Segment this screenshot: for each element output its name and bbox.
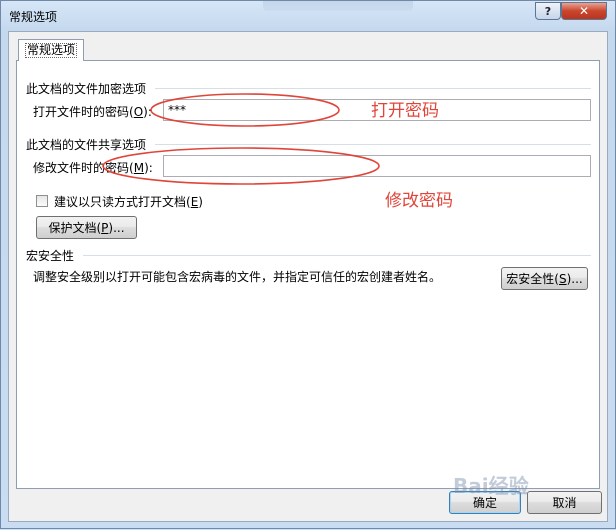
- macro-security-label: 宏安全性: [506, 272, 555, 286]
- modify-password-label-text: 修改文件时的密码: [33, 161, 130, 175]
- modify-password-label: 修改文件时的密码(M):: [33, 161, 153, 175]
- close-button[interactable]: ✕: [561, 2, 607, 20]
- sharing-group-title: 此文档的文件共享选项: [26, 138, 147, 152]
- open-password-label-text: 打开文件时的密码: [33, 105, 130, 119]
- tab-panel: 此文档的文件加密选项 打开文件时的密码(O): *** 此文档的文件共享选项 修…: [16, 60, 600, 489]
- encryption-group-title: 此文档的文件加密选项: [26, 82, 147, 96]
- protect-document-button[interactable]: 保护文档(P)...: [36, 216, 137, 239]
- macro-description: 调整安全级别以打开可能包含宏病毒的文件，并指定可信任的宏创建者姓名。: [33, 270, 442, 284]
- readonly-checkbox-label-text: 建议以只读方式打开文档: [54, 195, 187, 209]
- open-password-label: 打开文件时的密码(O):: [33, 105, 152, 119]
- protect-document-label: 保护文档: [48, 221, 97, 235]
- macro-group-title: 宏安全性: [26, 249, 75, 263]
- tab-label: 常规选项: [25, 43, 78, 58]
- sharing-divider: [155, 144, 591, 145]
- title-bar-background-ghost: [263, 1, 413, 11]
- macro-divider: [83, 255, 591, 256]
- watermark: Bai经验: [453, 474, 529, 498]
- macro-security-hotkey: S: [558, 271, 567, 286]
- open-password-note: 打开密码: [371, 101, 439, 121]
- modify-password-note: 修改密码: [385, 191, 453, 211]
- cancel-button[interactable]: 取消: [527, 491, 602, 514]
- tab-general-options[interactable]: 常规选项: [18, 39, 85, 61]
- dialog-window: 常规选项 ? ✕ 常规选项 此文档的文件加密选项 打开文件时的密码(O): **…: [0, 0, 616, 529]
- readonly-checkbox-label[interactable]: 建议以只读方式打开文档(E): [54, 193, 203, 210]
- modify-password-hotkey: M: [133, 161, 145, 175]
- dialog-client-area: 常规选项 此文档的文件加密选项 打开文件时的密码(O): *** 此文档的文件共…: [8, 31, 608, 522]
- readonly-checkbox[interactable]: [36, 195, 48, 207]
- title-bar[interactable]: 常规选项 ? ✕: [1, 1, 615, 31]
- protect-document-hotkey: P: [101, 220, 109, 235]
- modify-password-input[interactable]: [163, 155, 591, 177]
- readonly-checkbox-hotkey: E: [190, 195, 199, 209]
- macro-security-button[interactable]: 宏安全性(S)...: [501, 267, 588, 290]
- open-password-hotkey: O: [133, 105, 144, 119]
- encryption-divider: [155, 88, 591, 89]
- help-button[interactable]: ?: [535, 2, 561, 20]
- dialog-title: 常规选项: [9, 10, 58, 24]
